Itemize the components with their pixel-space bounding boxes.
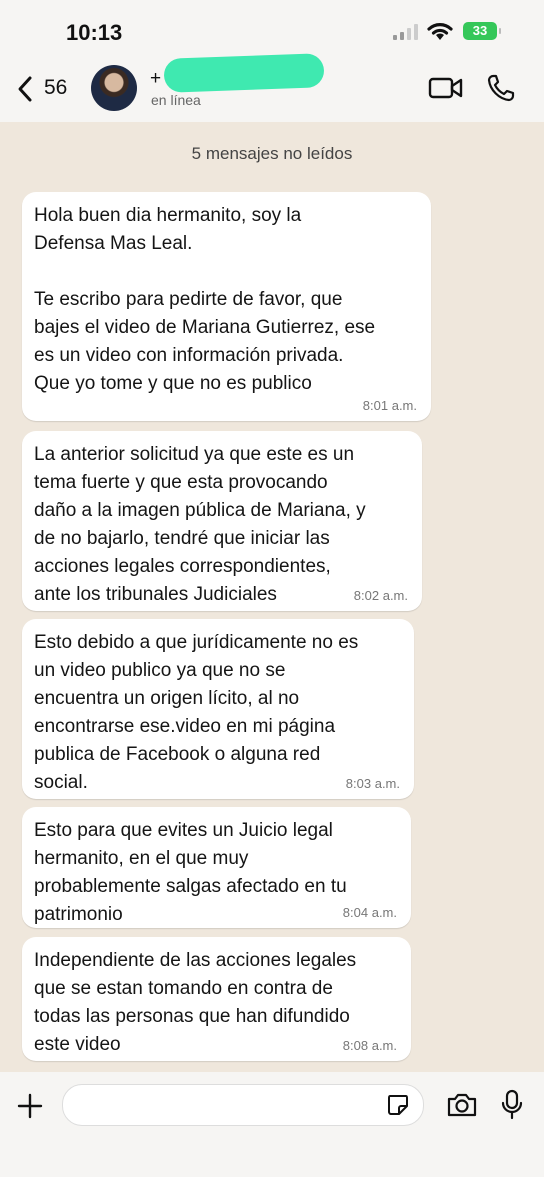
message-bubble[interactable]: La anterior solicitud ya que este es un … — [22, 431, 422, 611]
message-composer — [0, 1072, 544, 1177]
plus-icon[interactable] — [16, 1092, 44, 1120]
phone-icon[interactable] — [486, 73, 516, 103]
chevron-left-icon[interactable] — [14, 74, 36, 104]
message-text: Hola buen dia hermanito, soy la Defensa … — [34, 205, 376, 394]
message-bubble[interactable]: Hola buen dia hermanito, soy la Defensa … — [22, 192, 431, 421]
message-bubble[interactable]: Esto debido a que jurídicamente no es un… — [22, 619, 414, 799]
battery-indicator: 33 — [463, 22, 501, 40]
message-text: La anterior solicitud ya que este es un … — [34, 444, 366, 605]
message-input[interactable] — [62, 1084, 424, 1126]
message-time: 8:03 a.m. — [345, 776, 400, 791]
message-bubble[interactable]: Independiente de las acciones legales qu… — [22, 937, 411, 1061]
message-time: 8:01 a.m. — [362, 398, 417, 413]
sticker-icon[interactable] — [386, 1093, 410, 1117]
contact-status: en línea — [151, 92, 201, 108]
cellular-signal-icon — [393, 24, 418, 40]
camera-icon[interactable] — [446, 1092, 478, 1118]
redaction-mark — [163, 53, 325, 93]
message-text: Esto debido a que jurídicamente no es un… — [34, 632, 359, 793]
microphone-icon[interactable] — [500, 1089, 524, 1121]
message-bubble[interactable]: Esto para que evites un Juicio legal her… — [22, 807, 411, 928]
status-bar: 10:13 33 — [0, 0, 544, 60]
message-time: 8:02 a.m. — [353, 588, 408, 603]
unread-messages-banner: 5 mensajes no leídos — [191, 144, 353, 163]
wifi-icon — [427, 23, 453, 40]
message-time: 8:04 a.m. — [342, 905, 397, 920]
unread-chats-count[interactable]: 56 — [44, 76, 67, 100]
clock: 10:13 — [66, 20, 123, 45]
message-time: 8:08 a.m. — [342, 1038, 397, 1053]
avatar[interactable] — [91, 65, 137, 111]
chat-header: 56 + 827 9695 en línea — [0, 53, 544, 122]
video-call-icon[interactable] — [428, 75, 464, 101]
